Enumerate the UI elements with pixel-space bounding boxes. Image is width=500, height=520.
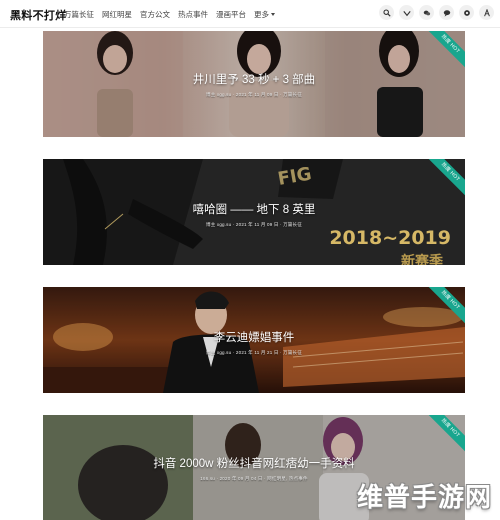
chevron-down-icon: [271, 12, 275, 16]
search-icon[interactable]: [379, 5, 394, 20]
wechat-icon[interactable]: [419, 5, 434, 20]
article-card[interactable]: FIG 2018~2019 新赛季 嘻哈圈 —— 地下 8 英里 博主 xgg.…: [43, 159, 465, 265]
nav-item-redian[interactable]: 热点事件: [178, 9, 208, 20]
card-meta: 博主 xgg.su · 2021 年 11 月 09 日 · 万篇长征: [206, 222, 302, 227]
chat-icon[interactable]: [439, 5, 454, 20]
watermark-text: 维普手游网: [356, 483, 492, 513]
card-title[interactable]: 嘻哈圈 —— 地下 8 英里: [43, 201, 465, 217]
article-card[interactable]: 井川里予 33 秒 + 3 部曲 博主 xgg.su · 2021 年 11 月…: [43, 31, 465, 137]
settings-icon[interactable]: [459, 5, 474, 20]
main-nav: 万篇长征 网红明星 官方公文 热点事件 漫画平台 更多: [64, 0, 275, 28]
poster-year-text: 2018~2019: [329, 227, 451, 249]
weibo-icon[interactable]: [399, 5, 414, 20]
nav-item-wanghong[interactable]: 网红明星: [102, 9, 132, 20]
article-card[interactable]: 李云迪嫖娼事件 博主 xgg.su · 2021 年 11 月 21 日 · 万…: [43, 287, 465, 393]
top-navbar: 黑料不打烊 万篇长征 网红明星 官方公文 热点事件 漫画平台 更多: [0, 0, 500, 28]
card-meta: 博主 xgg.su · 2021 年 11 月 21 日 · 万篇长征: [206, 350, 302, 355]
card-title[interactable]: 井川里予 33 秒 + 3 部曲: [43, 71, 465, 87]
nav-item-wanpian[interactable]: 万篇长征: [64, 9, 94, 20]
site-logo[interactable]: 黑料不打烊: [10, 7, 67, 23]
card-text: 李云迪嫖娼事件 博主 xgg.su · 2021 年 11 月 21 日 · 万…: [43, 329, 465, 356]
card-title[interactable]: 抖音 2000w 粉丝抖音网红痞幼一手资料: [43, 455, 465, 471]
header-icon-group: [379, 5, 494, 20]
nav-item-guanfang[interactable]: 官方公文: [140, 9, 170, 20]
font-size-icon[interactable]: [479, 5, 494, 20]
poster-season-text: 新赛季: [401, 254, 443, 265]
card-title[interactable]: 李云迪嫖娼事件: [43, 329, 465, 345]
nav-more-label: 更多: [254, 9, 269, 19]
nav-more-dropdown[interactable]: 更多: [254, 9, 275, 20]
card-text: 嘻哈圈 —— 地下 8 英里 博主 xgg.su · 2021 年 11 月 0…: [43, 201, 465, 228]
card-text: 井川里予 33 秒 + 3 部曲 博主 xgg.su · 2021 年 11 月…: [43, 71, 465, 98]
nav-item-manhua[interactable]: 漫画平台: [216, 9, 246, 20]
card-meta: 博主 xgg.su · 2021 年 11 月 09 日 · 万篇长征: [206, 92, 302, 97]
